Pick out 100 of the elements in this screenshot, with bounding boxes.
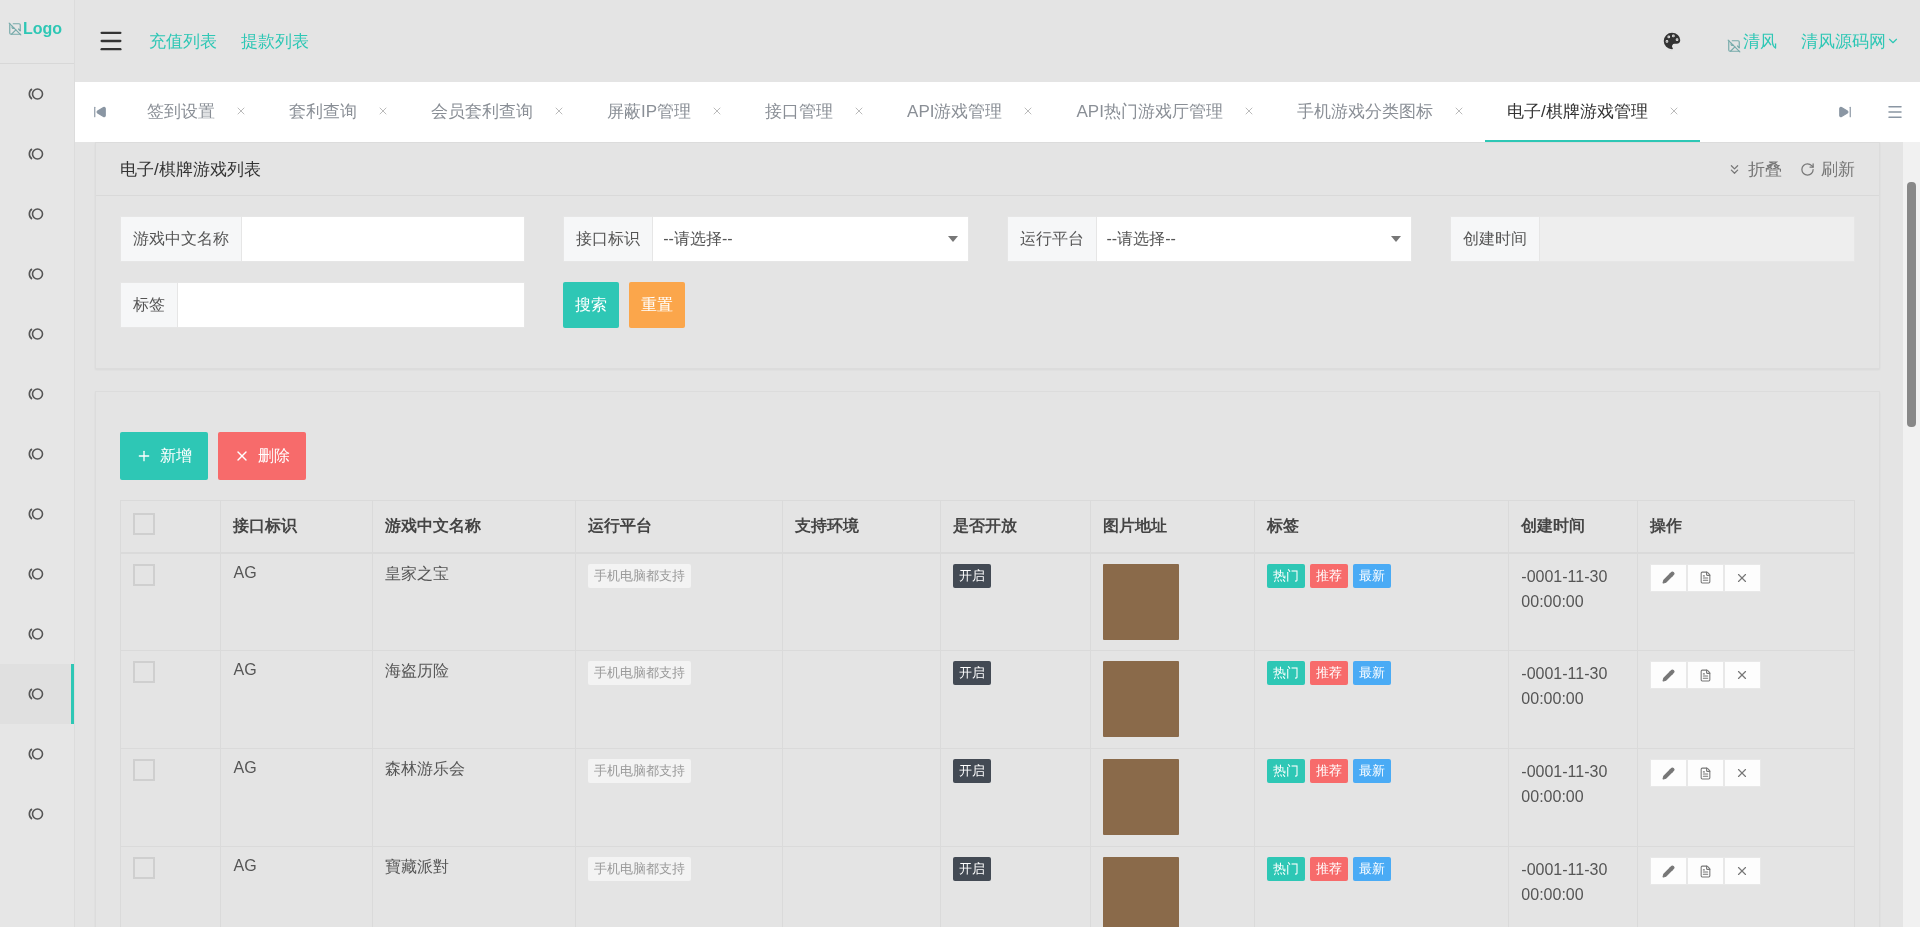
detail-button[interactable]	[1686, 857, 1724, 885]
status-badge: 开启	[952, 661, 991, 685]
sidebar-item[interactable]	[0, 664, 74, 724]
edit-button[interactable]	[1649, 563, 1687, 592]
broken-image-icon	[8, 22, 22, 36]
add-button[interactable]: 新增	[120, 432, 208, 480]
tab[interactable]: 屏蔽IP管理	[585, 82, 744, 142]
circle-icon	[26, 506, 45, 522]
status-badge: 开启	[952, 857, 991, 881]
document-icon	[1698, 571, 1712, 584]
table-cell: AG	[220, 650, 373, 749]
platform-tag: 手机电脑都支持	[588, 759, 692, 783]
refresh-button[interactable]: 刷新	[1800, 157, 1855, 181]
pencil-icon	[1661, 571, 1675, 584]
tab[interactable]: 接口管理	[743, 82, 886, 142]
circle-icon	[26, 266, 45, 282]
tag: 推荐	[1310, 759, 1349, 783]
created-time: -0001-11-30 00:00:00	[1521, 664, 1609, 709]
detail-button[interactable]	[1686, 563, 1724, 592]
scrollbar[interactable]	[1903, 142, 1920, 927]
column-header: 图片地址	[1090, 500, 1255, 553]
pencil-icon	[1661, 668, 1675, 682]
delete-button[interactable]	[1723, 661, 1761, 689]
close-icon[interactable]	[235, 105, 247, 117]
status-badge: 开启	[952, 563, 991, 588]
table-cell: 皇家之宝	[372, 552, 576, 651]
tag: 最新	[1353, 759, 1392, 783]
close-icon[interactable]	[553, 105, 565, 117]
tag: 最新	[1353, 857, 1392, 881]
plus-icon	[136, 448, 152, 464]
detail-button[interactable]	[1686, 661, 1724, 689]
circle-icon	[26, 686, 45, 702]
edit-button[interactable]	[1649, 857, 1687, 885]
tag: 热门	[1267, 857, 1306, 881]
table-cell: AG	[220, 552, 373, 651]
created-time: -0001-11-30 00:00:00	[1521, 762, 1609, 807]
tag: 热门	[1267, 759, 1306, 783]
tab[interactable]: 套利查询	[267, 82, 409, 142]
collapse-button[interactable]: 折叠	[1727, 157, 1782, 181]
circle-icon	[26, 386, 45, 402]
table-cell: 森林游乐会	[372, 748, 576, 847]
platform-tag: 手机电脑都支持	[588, 857, 692, 881]
circle-icon	[26, 806, 45, 822]
detail-button[interactable]	[1686, 759, 1724, 787]
created-time: -0001-11-30 00:00:00	[1521, 566, 1609, 612]
document-icon	[1698, 668, 1712, 682]
broken-image-icon	[1727, 38, 1741, 53]
column-header: 支持环境	[782, 500, 941, 553]
column-header: 是否开放	[940, 500, 1091, 553]
tab[interactable]: 手机游戏分类图标	[1274, 82, 1485, 142]
tag: 推荐	[1310, 563, 1349, 588]
reset-button[interactable]: 重置	[629, 282, 686, 328]
tab[interactable]: API游戏管理	[885, 82, 1055, 142]
document-icon	[1698, 766, 1712, 780]
column-header: 游戏中文名称	[372, 500, 576, 553]
delete-button[interactable]	[1723, 857, 1761, 885]
status-badge: 开启	[952, 759, 991, 783]
circle-icon	[26, 146, 45, 162]
delete-button[interactable]	[1723, 563, 1761, 592]
created-time: -0001-11-30 00:00:00	[1521, 860, 1609, 905]
tag: 热门	[1267, 661, 1306, 685]
tab[interactable]: 会员套利查询	[409, 82, 585, 142]
table-cell: AG	[220, 748, 373, 847]
column-header: 操作	[1637, 500, 1855, 553]
edit-button[interactable]	[1649, 759, 1687, 787]
column-header: 接口标识	[220, 500, 373, 553]
pencil-icon	[1661, 864, 1675, 878]
platform-tag: 手机电脑都支持	[588, 661, 692, 685]
tag: 最新	[1353, 563, 1392, 588]
circle-icon	[26, 746, 45, 762]
column-header: 创建时间	[1508, 500, 1638, 553]
column-header: 标签	[1254, 500, 1509, 553]
circle-icon	[26, 626, 45, 642]
refresh-icon	[1800, 161, 1815, 177]
pencil-icon	[1661, 766, 1675, 780]
user-avatar: 清风	[1727, 29, 1777, 53]
circle-icon	[26, 566, 45, 582]
delete-button[interactable]: 删除	[218, 432, 306, 480]
circle-icon	[26, 206, 45, 222]
search-button[interactable]: 搜索	[563, 282, 620, 328]
circle-icon	[26, 86, 45, 102]
document-icon	[1698, 864, 1712, 878]
tag: 推荐	[1310, 857, 1349, 881]
tab[interactable]: 签到设置	[125, 82, 267, 142]
delete-button[interactable]	[1723, 759, 1761, 787]
close-icon[interactable]	[377, 105, 389, 117]
platform-tag: 手机电脑都支持	[588, 563, 692, 588]
tag: 最新	[1353, 661, 1392, 685]
table-cell: 海盗历险	[372, 650, 576, 749]
first-page-icon[interactable]	[93, 105, 107, 119]
palette-icon[interactable]	[1661, 30, 1683, 52]
tab[interactable]: API热门游戏厅管理	[1054, 82, 1275, 142]
tag: 推荐	[1310, 661, 1349, 685]
panel-title: 电子/棋牌游戏列表	[120, 158, 261, 181]
circle-icon	[26, 446, 45, 462]
tag: 热门	[1267, 563, 1306, 588]
column-header: 运行平台	[575, 500, 783, 553]
edit-button[interactable]	[1649, 661, 1687, 689]
circle-icon	[26, 326, 45, 342]
last-page-icon[interactable]	[1838, 105, 1852, 119]
